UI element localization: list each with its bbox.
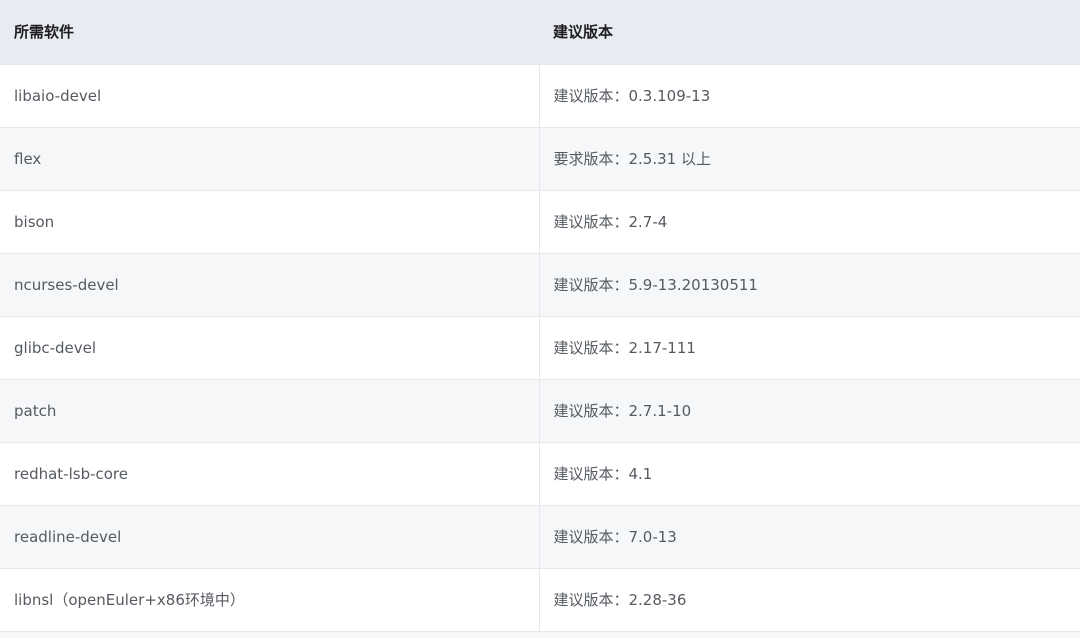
version-cell: 建议版本：5.9-13.20130511	[538, 252, 1080, 316]
table-row: patch 建议版本：2.7.1-10	[0, 378, 1080, 442]
table-row: libaio-devel 建议版本：0.3.109-13	[0, 63, 1080, 127]
software-name-cell: bison	[0, 189, 539, 253]
version-cell: 建议版本：7.0-13	[538, 504, 1080, 568]
table-header-row: 所需软件 建议版本	[0, 0, 1080, 64]
table-header: 所需软件 建议版本	[0, 0, 1080, 64]
version-cell: 建议版本：0.3.109-13	[538, 63, 1080, 127]
software-name-cell: redhat-lsb-core	[0, 441, 539, 505]
software-name-cell: glibc-devel	[0, 315, 539, 379]
software-name-cell: libnsl（openEuler+x86环境中）	[0, 567, 539, 631]
version-cell: 建议版本：4.1	[538, 441, 1080, 505]
software-name-cell: readline-devel	[0, 504, 539, 568]
software-version-table: 所需软件 建议版本 libaio-devel 建议版本：0.3.109-13 f…	[0, 0, 1080, 631]
column-header-version: 建议版本	[539, 0, 1080, 64]
table-bottom-edge	[0, 631, 1080, 638]
table-row: flex 要求版本：2.5.31 以上	[0, 126, 1080, 190]
version-cell: 建议版本：2.17-111	[538, 315, 1080, 379]
table-row: readline-devel 建议版本：7.0-13	[0, 504, 1080, 568]
software-name-cell: libaio-devel	[0, 63, 539, 127]
table-body: libaio-devel 建议版本：0.3.109-13 flex 要求版本：2…	[0, 63, 1080, 631]
version-cell: 建议版本：2.7.1-10	[538, 378, 1080, 442]
software-name-cell: patch	[0, 378, 539, 442]
version-cell: 要求版本：2.5.31 以上	[538, 126, 1080, 190]
column-header-software: 所需软件	[0, 0, 539, 64]
table-row: redhat-lsb-core 建议版本：4.1	[0, 441, 1080, 505]
table-row: bison 建议版本：2.7-4	[0, 189, 1080, 253]
version-cell: 建议版本：2.28-36	[538, 567, 1080, 631]
table-row: ncurses-devel 建议版本：5.9-13.20130511	[0, 252, 1080, 316]
table-row: libnsl（openEuler+x86环境中） 建议版本：2.28-36	[0, 567, 1080, 631]
table-row: glibc-devel 建议版本：2.17-111	[0, 315, 1080, 379]
software-name-cell: ncurses-devel	[0, 252, 539, 316]
version-cell: 建议版本：2.7-4	[538, 189, 1080, 253]
software-name-cell: flex	[0, 126, 539, 190]
